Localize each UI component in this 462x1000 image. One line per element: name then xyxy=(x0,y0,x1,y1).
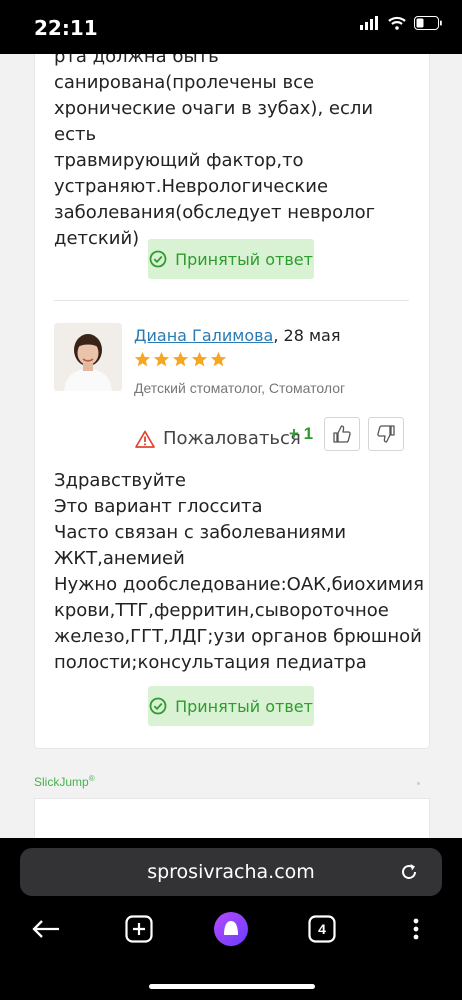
reload-icon[interactable] xyxy=(398,861,420,883)
status-time: 22:11 xyxy=(34,16,98,40)
complain-button[interactable]: Пожаловаться xyxy=(135,428,301,449)
check-circle-icon xyxy=(149,697,167,715)
thumbs-up-icon xyxy=(333,425,351,443)
accepted-label: Принятый ответ xyxy=(175,696,313,716)
ad-card xyxy=(34,798,430,838)
back-button[interactable] xyxy=(28,908,64,950)
back-arrow-icon xyxy=(32,920,59,938)
like-button[interactable] xyxy=(324,417,360,451)
new-tab-button[interactable] xyxy=(118,908,160,950)
more-vertical-icon xyxy=(413,918,419,940)
star-icon xyxy=(191,351,208,367)
browser-nav: 4 xyxy=(0,908,462,950)
star-icon xyxy=(153,351,170,367)
status-bar: 22:11 xyxy=(0,0,462,54)
dislike-button[interactable] xyxy=(368,417,404,451)
alice-assistant-button[interactable] xyxy=(211,908,251,950)
url-text: sprosivracha.com xyxy=(147,861,315,883)
browser-toolbar: sprosivracha.com 4 xyxy=(0,838,462,1000)
ad-brand[interactable]: SlickJump® xyxy=(34,774,95,789)
first-answer-text: рта должна быть санирована(пролечены все… xyxy=(54,54,376,249)
answers-card: рта должна быть санирована(пролечены все… xyxy=(34,54,430,749)
answer-text: Здравствуйте Это вариант глоссита Часто … xyxy=(54,470,424,673)
star-icon xyxy=(210,351,227,367)
answer-date: , 28 мая xyxy=(273,326,341,345)
divider xyxy=(54,300,409,301)
avatar[interactable] xyxy=(54,323,122,391)
page-content[interactable]: рта должна быть санирована(пролечены все… xyxy=(0,54,462,838)
tabs-button[interactable]: 4 xyxy=(304,908,340,950)
signal-icon xyxy=(360,16,378,30)
specialty: Детский стоматолог, Стоматолог xyxy=(134,380,346,396)
thumbs-down-icon xyxy=(377,425,395,443)
battery-icon xyxy=(414,16,442,30)
accepted-answer-badge: Принятый ответ xyxy=(148,686,314,726)
alice-icon xyxy=(214,912,248,946)
tabs-count: 4 xyxy=(318,921,326,937)
address-bar[interactable]: sprosivracha.com xyxy=(20,848,442,896)
menu-button[interactable] xyxy=(404,908,428,950)
ad-dot xyxy=(417,782,420,785)
author-line: Диана Галимова, 28 мая xyxy=(134,326,340,345)
plus-square-icon xyxy=(125,915,153,943)
complain-label: Пожаловаться xyxy=(163,428,301,449)
star-icon xyxy=(134,351,151,367)
accepted-answer-badge: Принятый ответ xyxy=(148,239,314,279)
vote-count: + 1 xyxy=(289,424,314,443)
rating-stars xyxy=(134,351,227,368)
star-icon xyxy=(172,351,189,367)
check-circle-icon xyxy=(149,250,167,268)
status-icons xyxy=(360,16,442,30)
accepted-label: Принятый ответ xyxy=(175,249,313,269)
wifi-icon xyxy=(388,16,406,30)
author-name-link[interactable]: Диана Галимова xyxy=(134,326,273,345)
warning-icon xyxy=(135,430,155,448)
home-indicator xyxy=(149,984,315,989)
